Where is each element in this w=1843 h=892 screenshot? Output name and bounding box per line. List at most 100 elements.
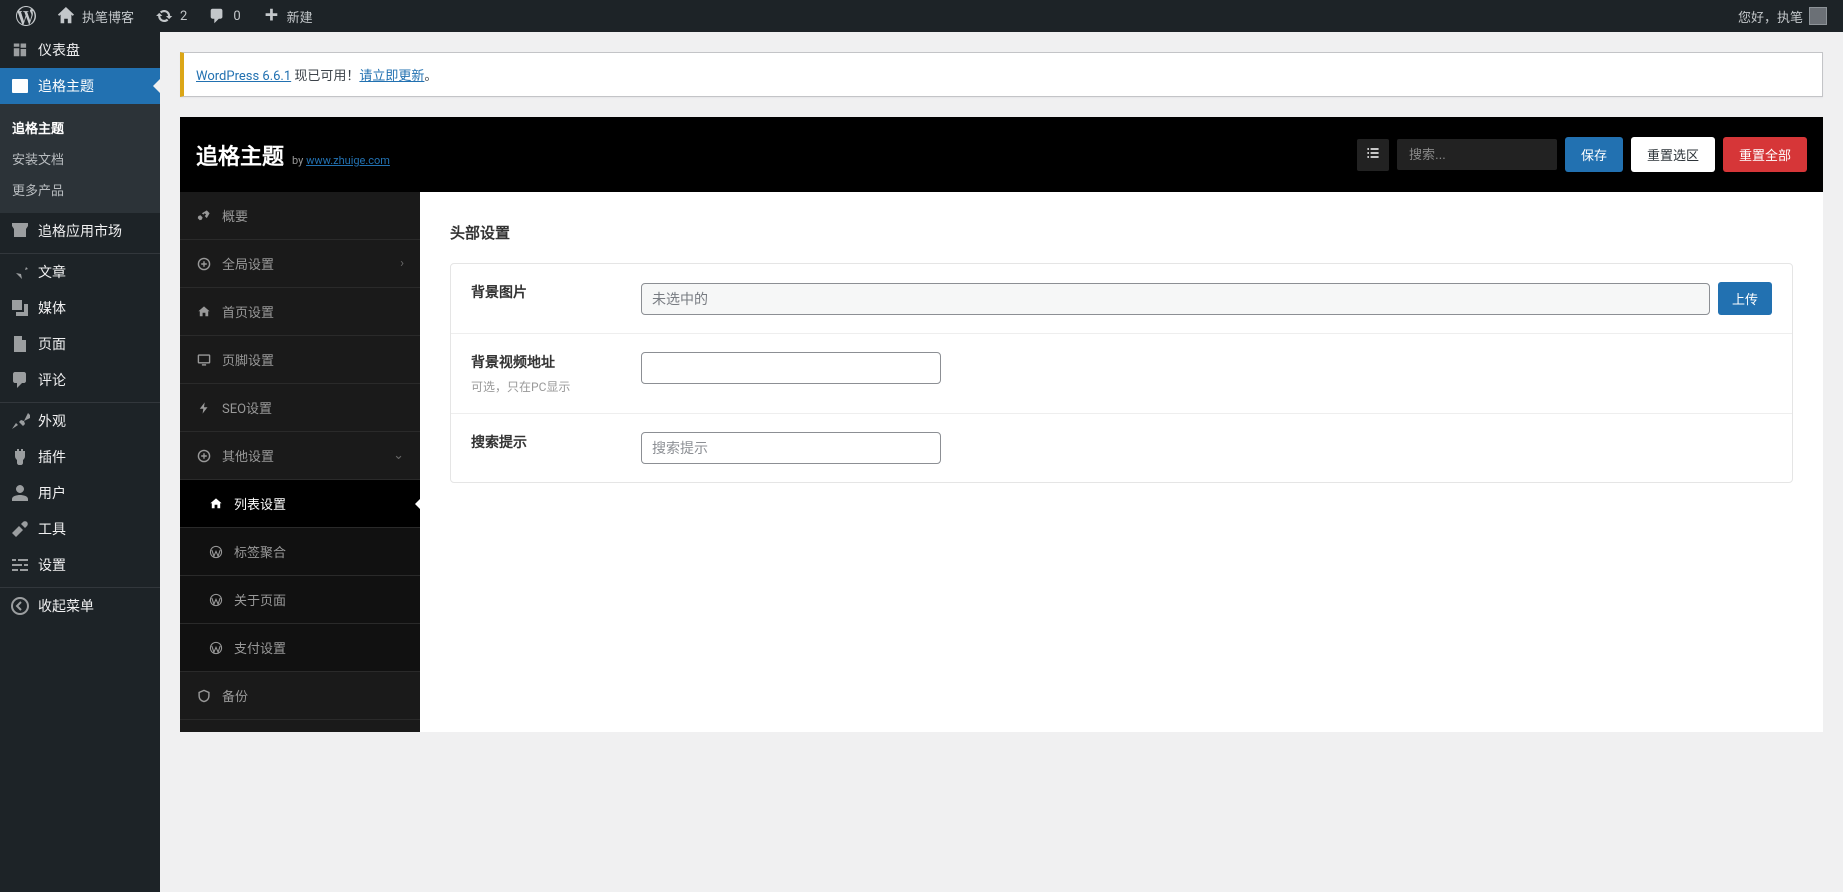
new-content-label: 新建 (287, 7, 313, 26)
plugin-icon (10, 447, 30, 467)
nav-backup[interactable]: 备份 (180, 672, 420, 720)
nav-list[interactable]: 列表设置 (180, 480, 420, 528)
menu-users-label: 用户 (38, 483, 66, 503)
nav-footer[interactable]: 页脚设置 (180, 336, 420, 384)
upload-button[interactable]: 上传 (1718, 282, 1772, 315)
nav-about[interactable]: 关于页面 (180, 576, 420, 624)
page-icon (10, 334, 30, 354)
updates-menu[interactable]: 2 (146, 0, 195, 32)
bolt-icon (196, 400, 212, 416)
menu-posts-label: 文章 (38, 262, 66, 282)
menu-users[interactable]: 用户 (0, 475, 160, 511)
panel-nav: 概要 全局设置 › 首页设置 页脚设置 (180, 192, 420, 732)
menu-comments-label: 评论 (38, 370, 66, 390)
home-icon (56, 6, 76, 26)
brush-icon (10, 411, 30, 431)
plus-circle-icon (196, 448, 212, 464)
wp-logo-menu[interactable] (8, 0, 44, 32)
nav-home-label: 首页设置 (222, 302, 274, 321)
reset-all-button[interactable]: 重置全部 (1723, 137, 1807, 172)
panel-search-input[interactable] (1397, 139, 1557, 170)
menu-zhuige-theme-label: 追格主题 (38, 76, 94, 96)
panel-body: 概要 全局设置 › 首页设置 页脚设置 (180, 192, 1823, 732)
nav-payment-label: 支付设置 (234, 638, 286, 657)
dashboard-icon (10, 40, 30, 60)
chevron-right-icon: › (400, 256, 404, 271)
menu-media[interactable]: 媒体 (0, 290, 160, 326)
nav-overview[interactable]: 概要 (180, 192, 420, 240)
submenu-more-products[interactable]: 更多产品 (0, 174, 160, 205)
reset-section-button[interactable]: 重置选区 (1631, 137, 1715, 172)
chevron-down-icon: ⌄ (393, 448, 404, 463)
update-notice: WordPress 6.6.1 现已可用！请立即更新。 (180, 52, 1823, 97)
main-layout: 仪表盘 追格主题 追格主题 安装文档 更多产品 追格应用市场 文章 媒体 页面 (0, 32, 1843, 892)
home-icon (196, 304, 212, 320)
menu-posts[interactable]: 文章 (0, 254, 160, 290)
new-content-menu[interactable]: 新建 (253, 0, 321, 32)
menu-comments[interactable]: 评论 (0, 362, 160, 398)
panel-header-right: 保存 重置选区 重置全部 (1357, 137, 1807, 172)
menu-plugins[interactable]: 插件 (0, 439, 160, 475)
nav-seo-label: SEO设置 (222, 398, 272, 417)
nav-list-label: 列表设置 (234, 494, 286, 513)
menu-tools[interactable]: 工具 (0, 511, 160, 547)
site-name-menu[interactable]: 执笔博客 (48, 0, 142, 32)
nav-global[interactable]: 全局设置 › (180, 240, 420, 288)
bg-video-input[interactable] (641, 352, 941, 384)
update-icon (154, 6, 174, 26)
form-box: 背景图片 上传 背景视频地址 可选，只在PC显示 (450, 263, 1793, 483)
save-button[interactable]: 保存 (1565, 137, 1623, 172)
bg-image-label: 背景图片 (471, 282, 621, 302)
wp-version-link[interactable]: WordPress 6.6.1 (196, 69, 291, 84)
menu-appearance[interactable]: 外观 (0, 403, 160, 439)
submenu-install-doc[interactable]: 安装文档 (0, 143, 160, 174)
collapse-icon (10, 596, 30, 616)
submenu-theme[interactable]: 追格主题 (0, 112, 160, 143)
theme-options-panel: 追格主题 by www.zhuige.com 保存 重置选区 重置全部 (180, 117, 1823, 732)
admin-bar: 执笔博客 2 0 新建 您好，执笔 (0, 0, 1843, 32)
menu-market-label: 追格应用市场 (38, 221, 122, 241)
user-icon (10, 483, 30, 503)
comments-icon (10, 370, 30, 390)
menu-pages-label: 页面 (38, 334, 66, 354)
menu-market[interactable]: 追格应用市场 (0, 213, 160, 249)
plus-circle-icon (196, 256, 212, 272)
wordpress-icon (208, 640, 224, 656)
by-text: by (292, 154, 303, 167)
nav-seo[interactable]: SEO设置 (180, 384, 420, 432)
nav-other[interactable]: 其他设置 ⌄ (180, 432, 420, 480)
avatar (1809, 7, 1827, 25)
menu-zhuige-theme[interactable]: 追格主题 (0, 68, 160, 104)
rocket-icon (196, 208, 212, 224)
menu-pages[interactable]: 页面 (0, 326, 160, 362)
menu-dashboard[interactable]: 仪表盘 (0, 32, 160, 68)
comments-menu[interactable]: 0 (199, 0, 248, 32)
comment-icon (207, 6, 227, 26)
by-url-link[interactable]: www.zhuige.com (306, 154, 390, 167)
store-icon (10, 221, 30, 241)
update-now-link[interactable]: 请立即更新 (359, 69, 424, 84)
nav-about-label: 关于页面 (234, 590, 286, 609)
menu-settings[interactable]: 设置 (0, 547, 160, 583)
bg-image-input[interactable] (641, 283, 1710, 315)
menu-appearance-label: 外观 (38, 411, 66, 431)
panel-title: 追格主题 (196, 139, 284, 171)
row-bg-video: 背景视频地址 可选，只在PC显示 (451, 333, 1792, 413)
menu-dashboard-label: 仪表盘 (38, 40, 80, 60)
wordpress-icon (208, 592, 224, 608)
nav-home[interactable]: 首页设置 (180, 288, 420, 336)
nav-tags[interactable]: 标签聚合 (180, 528, 420, 576)
nav-backup-label: 备份 (222, 686, 248, 705)
search-hint-input[interactable] (641, 432, 941, 464)
account-menu[interactable]: 您好，执笔 (1730, 0, 1835, 32)
bg-video-label: 背景视频地址 (471, 352, 621, 372)
section-title: 头部设置 (450, 222, 1793, 243)
menu-collapse[interactable]: 收起菜单 (0, 588, 160, 624)
panel-title-wrap: 追格主题 by www.zhuige.com (196, 139, 390, 171)
bg-video-hint: 可选，只在PC显示 (471, 378, 621, 395)
content-area: WordPress 6.6.1 现已可用！请立即更新。 追格主题 by www.… (160, 32, 1843, 892)
panel-header: 追格主题 by www.zhuige.com 保存 重置选区 重置全部 (180, 117, 1823, 192)
menu-plugins-label: 插件 (38, 447, 66, 467)
nav-payment[interactable]: 支付设置 (180, 624, 420, 672)
panel-menu-toggle[interactable] (1357, 139, 1389, 171)
